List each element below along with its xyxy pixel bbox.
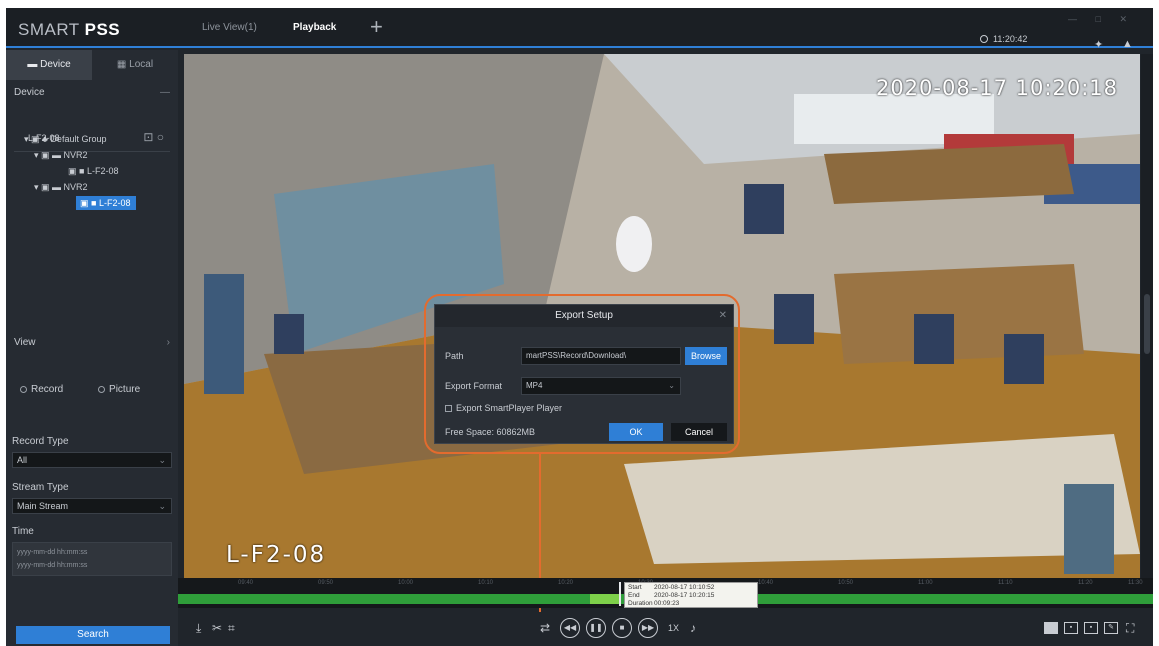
export-format-label: Export Format xyxy=(445,381,503,391)
checkbox-icon[interactable] xyxy=(445,405,452,412)
tab-local[interactable]: ▦ Local xyxy=(92,50,178,80)
left-tabs: ▬ Device ▦ Local xyxy=(6,50,178,80)
radio-picture[interactable]: Picture xyxy=(98,384,156,395)
time-range-input[interactable]: yyyy-mm-dd hh:mm:ss yyyy-mm-dd hh:mm:ss xyxy=(12,542,172,576)
playback-controls: ⤓ ✂ ⌗ ⇄ ◀◀ ❚❚ ■ ▶▶ 1X ♪ ▪ ▪ ✎ ⛶ xyxy=(178,612,1153,646)
app-logo: SMART PSS xyxy=(18,20,121,39)
cancel-button[interactable]: Cancel xyxy=(671,423,727,441)
osd-camera-name: L-F2-08 xyxy=(226,542,327,568)
timeline-tick: 09:40 xyxy=(238,580,254,586)
alarm-icon[interactable]: ▲ xyxy=(1122,38,1133,50)
timeline-tick: 09:50 xyxy=(318,580,334,586)
chevron-down-icon: ⌄ xyxy=(158,501,166,511)
tooltip-key: Start xyxy=(628,584,642,591)
timeline-tick: 10:40 xyxy=(758,580,774,586)
clip-tooltip: Start 2020-08-17 10:10:52 End 2020-08-17 1… xyxy=(624,582,758,608)
timeline-tick: 11:00 xyxy=(918,580,933,586)
view-section-header[interactable]: View › xyxy=(6,330,178,356)
ok-button[interactable]: OK xyxy=(609,423,663,441)
tooltip-key: Duration xyxy=(628,600,653,607)
tree-item-nvr[interactable]: ▾ ▣ ▬ NVR2 xyxy=(34,148,88,162)
path-input[interactable]: martPSS\Record\Download\ xyxy=(521,347,681,365)
layout-9-icon[interactable]: ▪ xyxy=(1084,622,1098,634)
timeline-tick: 11:10 xyxy=(998,580,1013,586)
timeline-tick: 11:20 xyxy=(1078,580,1093,586)
browse-button[interactable]: Browse xyxy=(685,347,727,365)
tree-item-default-group[interactable]: ▾ ▣ ♣ Default Group xyxy=(24,132,106,146)
timeline-tick: 10:50 xyxy=(838,580,854,586)
stream-type-label: Stream Type xyxy=(12,482,69,493)
record-type-label: Record Type xyxy=(12,436,69,447)
smart-pss-window: SMART PSS Live View(1) Playback + — □ ✕ … xyxy=(6,8,1153,646)
tab-device[interactable]: ▬ Device xyxy=(6,50,92,80)
forward-button[interactable]: ▶▶ xyxy=(638,618,658,638)
video-scrollbar[interactable] xyxy=(1141,54,1153,580)
add-tab-button[interactable]: + xyxy=(370,16,383,38)
edit-icon[interactable]: ✎ xyxy=(1104,622,1118,634)
tag-icon[interactable]: ⌗ xyxy=(228,621,235,636)
radio-icon xyxy=(98,386,106,393)
tree-item-nvr[interactable]: ▾ ▣ ▬ NVR2 xyxy=(34,180,88,194)
tooltip-value: 2020-08-17 10:20:15 xyxy=(654,592,715,599)
timeline-tick: 10:20 xyxy=(558,580,574,586)
radio-record[interactable]: Record xyxy=(20,384,79,395)
export-format-select[interactable]: MP4 ⌄ xyxy=(521,377,681,395)
time-start[interactable]: yyyy-mm-dd hh:mm:ss xyxy=(17,546,167,559)
speed-label[interactable]: 1X xyxy=(668,623,679,633)
tree-item-camera-selected[interactable]: ▣ ■ L-F2-08 xyxy=(76,196,137,210)
sync-icon[interactable]: ⇄ xyxy=(540,621,550,635)
layout-4-icon[interactable]: ▪ xyxy=(1064,622,1078,634)
tab-live-view[interactable]: Live View(1) xyxy=(202,22,257,33)
expand-icon[interactable]: › xyxy=(167,330,170,356)
time-end[interactable]: yyyy-mm-dd hh:mm:ss xyxy=(17,559,167,572)
tab-playback[interactable]: Playback xyxy=(293,22,336,33)
timeline-tick: 11:30 xyxy=(1128,580,1143,586)
radio-icon xyxy=(20,386,27,393)
fullscreen-icon[interactable]: ⛶ xyxy=(1126,621,1134,636)
pause-button[interactable]: ❚❚ xyxy=(586,618,606,638)
search-icon[interactable]: ⊡ ○ xyxy=(143,130,164,144)
collapse-icon[interactable]: — xyxy=(160,80,170,106)
tooltip-value: 00:09:23 xyxy=(654,600,680,607)
stop-button[interactable]: ■ xyxy=(612,618,632,638)
record-type-select[interactable]: All ⌄ xyxy=(12,452,172,468)
search-button[interactable]: Search xyxy=(16,626,170,644)
record-picture-radios: Record Picture xyxy=(20,384,172,395)
scrollbar-thumb[interactable] xyxy=(1144,294,1150,354)
timeline-tick: 10:00 xyxy=(398,580,414,586)
volume-icon[interactable]: ♪ xyxy=(690,621,696,635)
clock: 11:20:42 xyxy=(980,34,1027,44)
window-controls[interactable]: — □ ✕ xyxy=(1068,14,1135,25)
free-space-text: Free Space: 60862MB xyxy=(445,427,536,437)
tooltip-value: 2020-08-17 10:10:52 xyxy=(654,584,715,591)
clip-icon[interactable]: ✂ xyxy=(212,621,222,635)
settings-icon[interactable]: ✦ xyxy=(1094,38,1103,51)
clock-icon xyxy=(980,35,988,43)
layout-1-icon[interactable] xyxy=(1044,622,1058,634)
export-setup-dialog: Export Setup ✕ Path martPSS\Record\Downl… xyxy=(434,304,734,444)
playback-timeline[interactable]: 09:40 09:50 10:00 10:10 10:20 10:30 10:4… xyxy=(178,578,1153,608)
tooltip-key: End xyxy=(628,592,640,599)
download-icon[interactable]: ⤓ xyxy=(196,621,201,636)
timeline-tick: 10:10 xyxy=(478,580,494,586)
osd-timestamp: 2020-08-17 10:20:18 xyxy=(875,76,1118,100)
stream-type-select[interactable]: Main Stream ⌄ xyxy=(12,498,172,514)
chevron-down-icon: ⌄ xyxy=(668,381,675,390)
chevron-down-icon: ⌄ xyxy=(158,455,166,465)
path-label: Path xyxy=(445,351,464,361)
dialog-title: Export Setup xyxy=(435,305,733,327)
playhead[interactable] xyxy=(619,582,621,606)
close-icon[interactable]: ✕ xyxy=(719,310,727,321)
rewind-button[interactable]: ◀◀ xyxy=(560,618,580,638)
top-bar: SMART PSS Live View(1) Playback + — □ ✕ … xyxy=(6,8,1153,51)
time-label: Time xyxy=(12,526,34,537)
selected-clip[interactable] xyxy=(590,594,620,604)
tree-item-camera[interactable]: ▣ ■ L-F2-08 xyxy=(68,164,118,178)
export-player-checkbox[interactable]: Export SmartPlayer Player xyxy=(445,403,562,413)
device-section-header[interactable]: Device — xyxy=(6,80,178,106)
